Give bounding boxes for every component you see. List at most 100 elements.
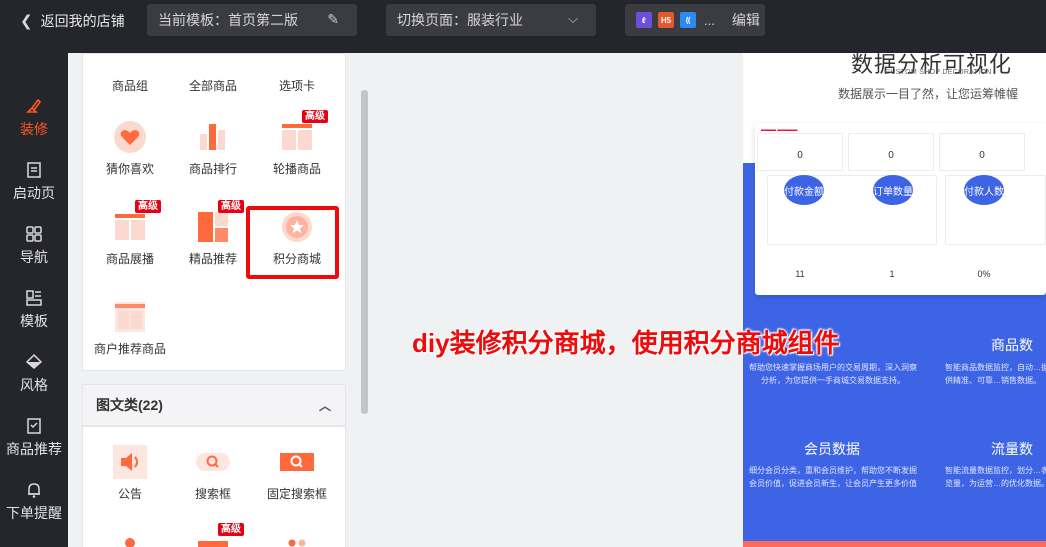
grid-icon xyxy=(0,225,68,247)
pencil-icon[interactable]: ✎ xyxy=(327,11,339,28)
recommend-icon xyxy=(0,417,68,439)
component-label: 猜你喜欢 xyxy=(105,162,154,176)
premium-badge: 高级 xyxy=(135,200,161,213)
component-all-products[interactable]: 全部商品 xyxy=(171,53,255,94)
fixed-search-icon xyxy=(280,445,314,479)
left-nav: 装修 启动页 导航 模板 风格 商品推荐 下单提醒 xyxy=(0,53,68,547)
component-merchant-recommend[interactable]: 商户推荐商品 xyxy=(88,300,172,357)
preview-description: 数据展示一目了然，让您运筹帷幄 xyxy=(838,87,1019,101)
paint-bucket-icon xyxy=(0,353,68,375)
component-partial-3[interactable] xyxy=(255,533,339,547)
back-to-store-button[interactable]: ❮ 返回我的店铺 xyxy=(20,11,125,31)
tutorial-annotation: diy装修积分商城，使用积分商城组件 xyxy=(412,328,840,358)
component-label: 搜索框 xyxy=(194,487,231,501)
metric-bubble: 订单数量 xyxy=(873,175,913,205)
feature-title: 商品数 xyxy=(991,337,1033,353)
premium-badge: 高级 xyxy=(218,523,244,536)
nav-item-order-reminder[interactable]: 下单提醒 xyxy=(0,477,68,537)
component-tabs[interactable]: 选项卡 xyxy=(255,53,339,94)
component-label: 商品组 xyxy=(111,79,148,93)
more-platforms[interactable]: ... xyxy=(704,13,715,28)
feature-text: 智能流量数据监控，划分…表等页面浏览量，为运营…的优化数据。 xyxy=(945,466,1046,488)
nav-label: 启动页 xyxy=(13,185,55,201)
top-bar: ❮ 返回我的店铺 当前模板：首页第二版 ✎ 切换页面：服装行业 ⌵ ℓ H5 ⟪… xyxy=(0,0,1046,53)
chevron-down-icon: ⌵ xyxy=(568,11,578,26)
feature-title: 流量数 xyxy=(991,441,1033,457)
switch-page-label: 切换页面：服装行业 xyxy=(397,12,523,28)
nav-item-template[interactable]: 模板 xyxy=(0,285,68,345)
page-preview: 数据分析可视化 CUSTOM SHOP DECORATION 数据展示一目了然，… xyxy=(743,53,1046,547)
component-partial-1[interactable] xyxy=(88,533,172,547)
summary-cell: 1 xyxy=(847,253,937,287)
nav-item-style[interactable]: 风格 xyxy=(0,349,68,409)
current-template-field[interactable]: 当前模板：首页第二版 ✎ xyxy=(147,4,357,36)
component-label: 公告 xyxy=(117,487,142,501)
all-products-icon xyxy=(196,53,230,71)
heart-icon xyxy=(113,120,147,154)
component-label: 全部商品 xyxy=(188,79,237,93)
component-product-showcase[interactable]: 高级 商品展播 xyxy=(88,200,172,267)
stat-card: 0 xyxy=(757,133,843,171)
h5-icon[interactable]: H5 xyxy=(658,12,674,28)
component-carousel-products[interactable]: 高级 轮播商品 xyxy=(255,110,339,177)
nav-label: 商品推荐 xyxy=(6,441,62,457)
metric-bubble: 付款人数 xyxy=(964,175,1004,205)
component-panel: 商品组 全部商品 选项卡 猜你喜欢 商品排行 高级 轮播商品 高级 商品展播 高… xyxy=(68,53,368,547)
search-icon xyxy=(196,445,230,479)
nav-item-decorate[interactable]: 装修 xyxy=(0,93,68,153)
nav-label: 风格 xyxy=(20,377,48,393)
ranking-bars-icon xyxy=(196,120,230,154)
group-title-label: 图文类(22) xyxy=(96,397,163,413)
component-fixed-search-box[interactable]: 固定搜索框 xyxy=(255,445,339,502)
feature-text: 智能商品数据监控，自动…据，为您提供精准、可靠…销售数据。 xyxy=(945,363,1046,385)
tabs-icon xyxy=(280,53,314,71)
edit-platforms-button[interactable]: 编辑 xyxy=(732,10,760,30)
mini-program-icon[interactable]: ℓ xyxy=(636,12,652,28)
component-label: 商户推荐商品 xyxy=(93,342,166,356)
summary-value: 11 xyxy=(795,269,805,279)
preview-bottom-strip xyxy=(743,541,1046,547)
component-label: 选项卡 xyxy=(278,79,315,93)
bell-icon xyxy=(0,481,68,503)
speaker-icon xyxy=(113,445,147,479)
platform-tools[interactable]: ℓ H5 ⟪ ... 编辑 xyxy=(625,4,765,36)
component-search-box[interactable]: 搜索框 xyxy=(171,445,255,502)
component-announcement[interactable]: 公告 xyxy=(88,445,172,502)
editor-canvas xyxy=(368,53,743,547)
nav-item-splash[interactable]: 启动页 xyxy=(0,157,68,217)
brush-icon xyxy=(0,97,68,119)
feature-text: 细分会员分类，重和会员维护，帮助您不断发掘会员价值，促进会员新生，让会员产生更多… xyxy=(749,466,917,488)
component-featured-recommend[interactable]: 高级 精品推荐 xyxy=(171,200,255,267)
stat-value: 0 xyxy=(979,150,985,161)
image-card-icon: 高级 xyxy=(196,523,244,547)
summary-cell: 0% xyxy=(939,253,1029,287)
layout-icon xyxy=(0,289,68,311)
carousel-icon: 高级 xyxy=(280,110,328,154)
nav-label: 下单提醒 xyxy=(6,505,62,521)
nav-item-navigation[interactable]: 导航 xyxy=(0,221,68,281)
component-label: 精品推荐 xyxy=(188,252,237,266)
app-icon[interactable]: ⟪ xyxy=(680,12,696,28)
nav-item-recommend[interactable]: 商品推荐 xyxy=(0,413,68,473)
premium-badge: 高级 xyxy=(218,200,244,213)
summary-value: 0% xyxy=(977,269,991,279)
group-graphic-text-header[interactable]: 图文类(22) ︿ xyxy=(82,384,346,426)
users-icon xyxy=(280,533,314,547)
stat-card: 0 xyxy=(939,133,1025,171)
component-guess-you-like[interactable]: 猜你喜欢 xyxy=(88,120,172,177)
summary-value: 1 xyxy=(889,269,895,279)
feature-text-left: 帮助您快速掌握商场用户的交易周期，深入洞察分析，为您提供一手商城交易数据支持。 xyxy=(749,363,917,385)
chevron-up-icon[interactable]: ︿ xyxy=(319,397,331,414)
panel-scrollbar[interactable] xyxy=(361,90,368,414)
component-label: 固定搜索框 xyxy=(266,487,327,501)
image-icon xyxy=(113,533,147,547)
merchant-recommend-icon xyxy=(113,300,147,334)
component-product-ranking[interactable]: 商品排行 xyxy=(171,120,255,177)
switch-page-select[interactable]: 切换页面：服装行业 ⌵ xyxy=(386,4,596,36)
component-label: 轮播商品 xyxy=(272,162,321,176)
component-product-group[interactable]: 商品组 xyxy=(88,53,172,94)
back-to-store-label: 返回我的店铺 xyxy=(40,13,125,29)
component-partial-2[interactable]: 高级 xyxy=(171,523,255,547)
stat-value: 0 xyxy=(888,150,894,161)
stat-value: 0 xyxy=(797,150,803,161)
